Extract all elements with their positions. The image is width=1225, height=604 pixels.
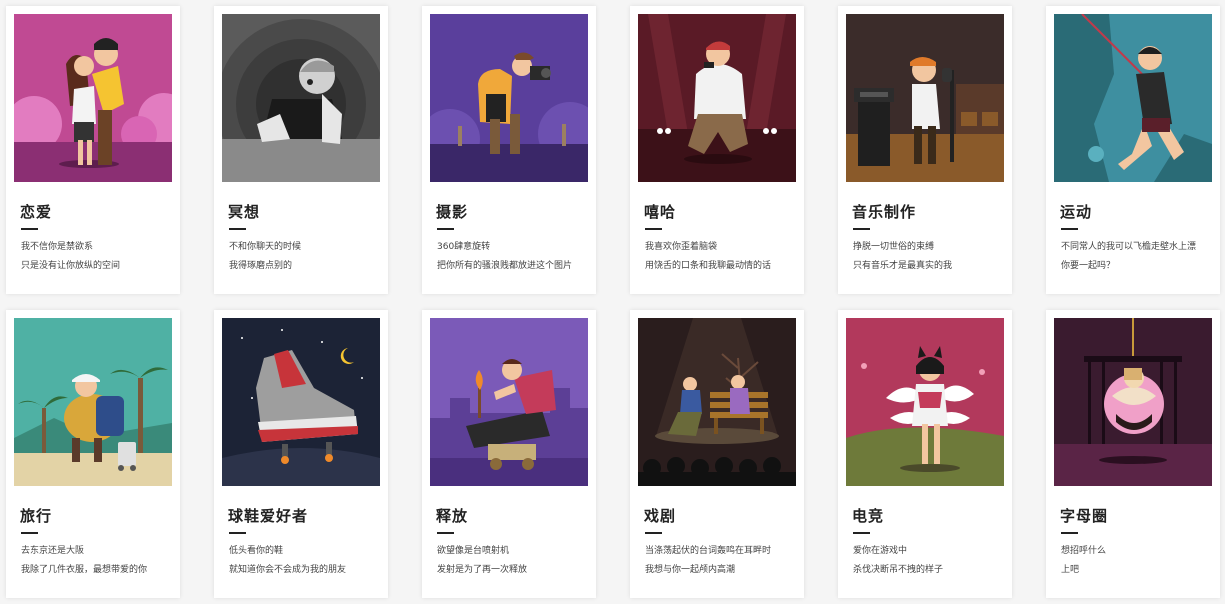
card-title: 球鞋爱好者 [228, 507, 309, 525]
card-title: 电竞 [852, 507, 885, 525]
card-description-line1: 爱你在游戏中 [853, 546, 908, 556]
title-underline [229, 228, 246, 230]
interest-card-hiphop[interactable]: 嘻哈 我喜欢你歪着脑袋 用饶舌的口条和我聊最动情的话 [630, 6, 804, 294]
title-underline [437, 228, 454, 230]
interest-card-esports[interactable]: 电竞 爱你在游戏中 杀伐决断吊不拽的样子 [838, 310, 1012, 598]
card-description-line1: 挣脱一切世俗的束缚 [853, 242, 935, 252]
cannon-illustration [430, 318, 588, 486]
interest-card-sneakers[interactable]: 球鞋爱好者 低头看你的鞋 就知道你会不会成为我的朋友 [214, 310, 388, 598]
card-title: 旅行 [20, 507, 53, 525]
interest-card-sports[interactable]: 运动 不同常人的我可以飞檐走壁水上漂 你要一起吗？ [1046, 6, 1220, 294]
card-title: 恋爱 [20, 203, 53, 221]
card-description-line2: 我想与你一起颅内高潮 [645, 565, 736, 575]
interest-card-romance[interactable]: 恋爱 我不信你是禁欲系 只是没有让你放纵的空间 [6, 6, 180, 294]
card-description-line2: 我得琢磨点别的 [229, 261, 293, 271]
card-title: 冥想 [228, 203, 261, 221]
title-underline [229, 532, 246, 534]
card-title: 摄影 [436, 203, 469, 221]
card-description-line1: 360肆意旋转 [437, 242, 491, 252]
card-title: 嘻哈 [644, 203, 677, 221]
interest-card-meditation[interactable]: 冥想 不和你聊天的时候 我得琢磨点别的 [214, 6, 388, 294]
card-description-line2: 你要一起吗？ [1061, 261, 1116, 271]
card-description-line1: 当涤荡起伏的台词轰鸣在耳畔时 [645, 546, 772, 556]
card-description-line1: 想招呼什么 [1061, 546, 1107, 556]
thinker-illustration [222, 14, 380, 182]
card-description-line1: 我喜欢你歪着脑袋 [645, 242, 718, 252]
card-description-line1: 我不信你是禁欲系 [21, 242, 94, 252]
title-underline [1061, 228, 1078, 230]
card-description-line2: 杀伐决断吊不拽的样子 [853, 565, 944, 575]
gamer-illustration [846, 318, 1004, 486]
interest-card-travel[interactable]: 旅行 去东京还是大阪 我除了几件衣服，最想带爱的你 [6, 310, 180, 598]
photographer-illustration [430, 14, 588, 182]
card-title: 运动 [1060, 203, 1093, 221]
card-title: 音乐制作 [852, 203, 917, 221]
interest-card-release[interactable]: 释放 欲望像是台喷射机 发射是为了再一次释放 [422, 310, 596, 598]
card-description-line2: 就知道你会不会成为我的朋友 [229, 565, 347, 575]
couple-illustration [14, 14, 172, 182]
music-producer-illustration [846, 14, 1004, 182]
card-title: 释放 [436, 507, 469, 525]
card-description-line1: 不同常人的我可以飞檐走壁水上漂 [1061, 242, 1197, 252]
climber-illustration [1054, 14, 1212, 182]
card-title: 字母圈 [1060, 507, 1109, 525]
card-description-line2: 上吧 [1061, 565, 1080, 575]
card-description-line2: 只是没有让你放纵的空间 [21, 261, 121, 271]
card-description-line2: 发射是为了再一次释放 [437, 565, 528, 575]
interest-card-drama[interactable]: 戏剧 当涤荡起伏的台词轰鸣在耳畔时 我想与你一起颅内高潮 [630, 310, 804, 598]
title-underline [21, 228, 38, 230]
card-title: 戏剧 [644, 507, 677, 525]
cage-illustration [1054, 318, 1212, 486]
title-underline [1061, 532, 1078, 534]
title-underline [645, 228, 662, 230]
interest-card-bdsm[interactable]: 字母圈 想招呼什么 上吧 [1046, 310, 1220, 598]
traveler-illustration [14, 318, 172, 486]
interest-card-photography[interactable]: 摄影 360肆意旋转 把你所有的骚浪贱都放进这个图片 [422, 6, 596, 294]
card-description-line1: 低头看你的鞋 [229, 546, 284, 556]
card-description-line2: 只有音乐才是最真实的我 [853, 261, 953, 271]
sneaker-illustration [222, 318, 380, 486]
title-underline [645, 532, 662, 534]
card-description-line1: 不和你聊天的时候 [229, 242, 302, 252]
interest-card-music-production[interactable]: 音乐制作 挣脱一切世俗的束缚 只有音乐才是最真实的我 [838, 6, 1012, 294]
theater-illustration [638, 318, 796, 486]
title-underline [437, 532, 454, 534]
rapper-illustration [638, 14, 796, 182]
title-underline [21, 532, 38, 534]
card-description-line2: 把你所有的骚浪贱都放进这个图片 [437, 261, 573, 271]
card-description-line2: 用饶舌的口条和我聊最动情的话 [645, 261, 772, 271]
title-underline [853, 228, 870, 230]
title-underline [853, 532, 870, 534]
card-description-line1: 欲望像是台喷射机 [437, 546, 510, 556]
card-description-line1: 去东京还是大阪 [21, 546, 85, 556]
card-description-line2: 我除了几件衣服，最想带爱的你 [21, 565, 148, 575]
